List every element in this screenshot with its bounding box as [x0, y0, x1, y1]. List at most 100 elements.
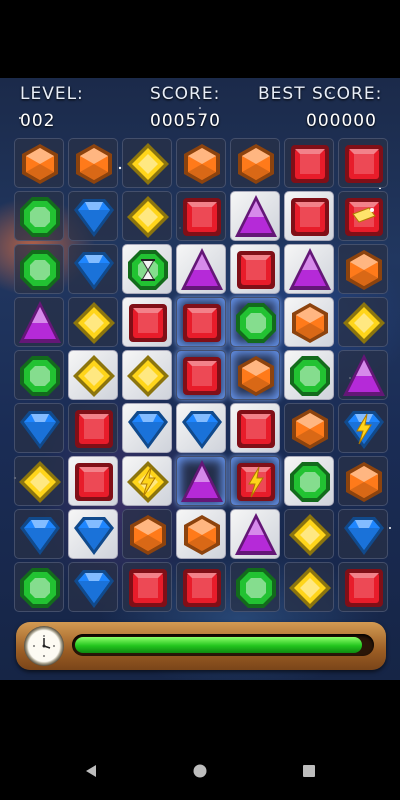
board-cell[interactable] [230, 403, 280, 453]
board-cell[interactable] [284, 456, 334, 506]
board-cell[interactable] [68, 297, 118, 347]
board-cell[interactable] [68, 562, 118, 612]
red-gem-icon [129, 569, 167, 607]
purple-gem-icon [181, 460, 223, 502]
board-cell[interactable] [122, 509, 172, 559]
orange-gem-icon [238, 356, 274, 396]
board-cell[interactable] [338, 244, 388, 294]
yellow-gem-icon [127, 461, 169, 503]
board-cell[interactable] [122, 191, 172, 241]
board-cell[interactable] [14, 138, 64, 188]
board-cell[interactable] [284, 297, 334, 347]
stopwatch-icon [24, 626, 64, 666]
red-gem-icon [345, 145, 383, 183]
board-cell[interactable] [284, 191, 334, 241]
orange-gem-icon [346, 462, 382, 502]
board-cell[interactable] [176, 403, 226, 453]
green-gem-icon [20, 568, 60, 608]
board-cell[interactable] [68, 456, 118, 506]
board-cell[interactable] [230, 350, 280, 400]
board-cell[interactable] [14, 244, 64, 294]
board-cell[interactable] [176, 191, 226, 241]
board-cell[interactable] [176, 138, 226, 188]
board-cell[interactable] [68, 509, 118, 559]
yellow-gem-icon [127, 355, 169, 397]
board-cell[interactable] [338, 403, 388, 453]
board-cell[interactable] [338, 509, 388, 559]
board-cell[interactable] [230, 191, 280, 241]
purple-gem-icon [343, 354, 385, 396]
time-bar [16, 622, 386, 670]
green-gem-icon [236, 568, 276, 608]
board-cell[interactable] [122, 350, 172, 400]
board-cell[interactable] [68, 138, 118, 188]
board-cell[interactable] [122, 138, 172, 188]
board-cell[interactable] [176, 456, 226, 506]
level-label: LEVEL: [20, 84, 84, 104]
back-triangle-icon[interactable] [80, 760, 102, 782]
board-cell[interactable] [176, 350, 226, 400]
red-gem-icon [183, 198, 221, 236]
recents-square-icon[interactable] [298, 760, 320, 782]
red-gem-icon [345, 569, 383, 607]
board-cell[interactable] [230, 244, 280, 294]
purple-gem-icon [235, 195, 277, 237]
orange-gem-icon [184, 515, 220, 555]
board-cell[interactable] [230, 456, 280, 506]
board-cell[interactable] [14, 350, 64, 400]
blue-gem-icon [20, 517, 60, 555]
board-cell[interactable] [284, 562, 334, 612]
board-cell[interactable] [122, 297, 172, 347]
orange-gem-icon [184, 144, 220, 184]
board-cell[interactable] [122, 562, 172, 612]
board-cell[interactable] [284, 244, 334, 294]
board-cell[interactable] [284, 509, 334, 559]
board-cell[interactable] [14, 297, 64, 347]
board-cell[interactable] [176, 297, 226, 347]
board-cell[interactable] [230, 138, 280, 188]
board-cell[interactable] [14, 562, 64, 612]
board-cell[interactable] [176, 509, 226, 559]
board-cell[interactable] [14, 403, 64, 453]
board-cell[interactable] [68, 244, 118, 294]
yellow-gem-icon [127, 143, 169, 185]
blue-gem-icon [182, 411, 222, 449]
green-gem-icon [128, 250, 168, 290]
board-cell[interactable] [122, 456, 172, 506]
home-circle-icon[interactable] [189, 760, 211, 782]
best-score-value: 000000 [306, 111, 377, 131]
yellow-gem-icon [73, 302, 115, 344]
board-cell[interactable] [176, 244, 226, 294]
purple-gem-icon [235, 513, 277, 555]
red-gem-icon [129, 304, 167, 342]
board-cell[interactable] [338, 456, 388, 506]
board-cell[interactable] [122, 244, 172, 294]
board-cell[interactable] [68, 350, 118, 400]
board-cell[interactable] [230, 297, 280, 347]
red-gem-icon [291, 198, 329, 236]
board-cell[interactable] [284, 350, 334, 400]
red-gem-icon [291, 145, 329, 183]
red-gem-icon [183, 304, 221, 342]
board-cell[interactable] [338, 297, 388, 347]
board-cell[interactable] [230, 509, 280, 559]
board-cell[interactable] [284, 403, 334, 453]
board-cell[interactable] [338, 138, 388, 188]
score-value: 000570 [150, 111, 221, 131]
board-cell[interactable] [338, 562, 388, 612]
red-gem-icon [237, 251, 275, 289]
board-cell[interactable] [122, 403, 172, 453]
board-cell[interactable] [338, 350, 388, 400]
orange-gem-icon [22, 144, 58, 184]
board-cell[interactable] [14, 191, 64, 241]
board-cell[interactable] [14, 509, 64, 559]
board-cell[interactable] [176, 562, 226, 612]
board-cell[interactable] [230, 562, 280, 612]
yellow-gem-icon [127, 196, 169, 238]
board-cell[interactable] [68, 403, 118, 453]
board-cell[interactable] [338, 191, 388, 241]
board-cell[interactable] [68, 191, 118, 241]
board-cell[interactable] [14, 456, 64, 506]
board-cell[interactable] [284, 138, 334, 188]
blue-gem-icon [74, 252, 114, 290]
